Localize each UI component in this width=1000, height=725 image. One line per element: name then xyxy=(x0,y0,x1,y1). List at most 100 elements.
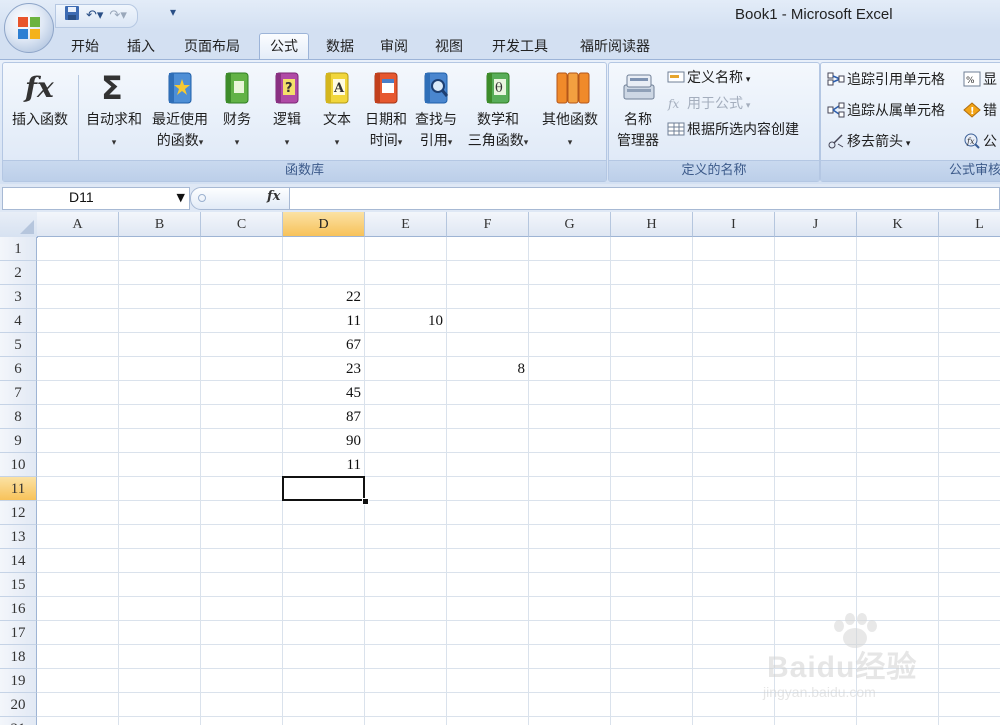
row-header-16[interactable]: 16 xyxy=(0,597,37,621)
use-in-formula-label: 用于公式 xyxy=(687,96,743,112)
name-box[interactable]: D11 ▼ xyxy=(2,187,190,210)
row-header-20[interactable]: 20 xyxy=(0,693,37,717)
chevron-down-icon[interactable]: ▼ xyxy=(177,191,185,204)
fill-handle[interactable] xyxy=(362,498,369,505)
row-header-1[interactable]: 1 xyxy=(0,237,37,261)
cell-d3[interactable]: 22 xyxy=(283,285,365,309)
column-header-d[interactable]: D xyxy=(283,212,365,237)
insert-function-button[interactable]: fx 插入函数 xyxy=(6,69,74,131)
cell-d7[interactable]: 45 xyxy=(283,381,365,405)
tab-foxit-reader[interactable]: 福昕阅读器 xyxy=(570,35,660,59)
column-header-h[interactable]: H xyxy=(611,212,693,237)
row-header-13[interactable]: 13 xyxy=(0,525,37,549)
lookup-reference-button[interactable]: 查找与 引用▾ xyxy=(411,69,461,154)
chevron-down-icon: ▾ xyxy=(111,138,117,148)
column-header-c[interactable]: C xyxy=(201,212,283,237)
cell-d4[interactable]: 11 xyxy=(283,309,365,333)
finance-book-icon xyxy=(220,69,254,107)
tab-review[interactable]: 审阅 xyxy=(371,35,417,59)
column-header-a[interactable]: A xyxy=(37,212,119,237)
logical-button[interactable]: ? 逻辑 ▾ xyxy=(265,69,309,154)
tab-data[interactable]: 数据 xyxy=(317,35,363,59)
row-header-18[interactable]: 18 xyxy=(0,645,37,669)
calendar-book-icon xyxy=(369,69,403,107)
select-all-button[interactable] xyxy=(0,212,38,238)
trace-precedents-icon xyxy=(827,71,845,87)
column-header-e[interactable]: E xyxy=(365,212,447,237)
financial-button[interactable]: 财务 ▾ xyxy=(215,69,259,154)
row-header-8[interactable]: 8 xyxy=(0,405,37,429)
row-header-6[interactable]: 6 xyxy=(0,357,37,381)
autosum-button[interactable]: Σ 自动求和 ▾ xyxy=(81,69,147,154)
column-header-j[interactable]: J xyxy=(775,212,857,237)
cell-d10[interactable]: 11 xyxy=(283,453,365,477)
svg-text:?: ? xyxy=(285,81,293,96)
tab-view[interactable]: 视图 xyxy=(426,35,472,59)
logical-book-icon: ? xyxy=(270,69,304,107)
column-header-l[interactable]: L xyxy=(939,212,1000,237)
text-button[interactable]: A 文本 ▾ xyxy=(315,69,359,154)
cell-d8[interactable]: 87 xyxy=(283,405,365,429)
tab-developer[interactable]: 开发工具 xyxy=(482,35,558,59)
column-header-f[interactable]: F xyxy=(447,212,529,237)
error-checking-button[interactable]: ! 错 xyxy=(963,100,997,122)
customize-qat-icon[interactable]: ▾ xyxy=(170,5,176,19)
row-header-11[interactable]: 11 xyxy=(0,477,37,501)
more-functions-button[interactable]: 其他函数 ▾ xyxy=(536,69,604,154)
insert-function-label: 插入函数 xyxy=(12,112,68,128)
resize-handle-icon[interactable] xyxy=(198,194,206,202)
column-header-b[interactable]: B xyxy=(119,212,201,237)
row-header-5[interactable]: 5 xyxy=(0,333,37,357)
cell-d9[interactable]: 90 xyxy=(283,429,365,453)
row-header-15[interactable]: 15 xyxy=(0,573,37,597)
row-header-2[interactable]: 2 xyxy=(0,261,37,285)
tab-formulas[interactable]: 公式 xyxy=(259,33,309,60)
save-icon[interactable] xyxy=(64,5,80,28)
chevron-down-icon: ▾ xyxy=(397,138,403,148)
row-header-7[interactable]: 7 xyxy=(0,381,37,405)
create-from-selection-button[interactable]: 根据所选内容创建 xyxy=(667,119,799,141)
formula-input[interactable] xyxy=(289,187,1000,210)
row-header-19[interactable]: 19 xyxy=(0,669,37,693)
cell-d5[interactable]: 67 xyxy=(283,333,365,357)
show-formulas-button[interactable]: % 显 xyxy=(963,69,997,91)
trace-precedents-button[interactable]: 追踪引用单元格 xyxy=(827,69,945,91)
tab-insert[interactable]: 插入 xyxy=(118,35,164,59)
trace-dependents-button[interactable]: 追踪从属单元格 xyxy=(827,100,945,122)
active-cell[interactable] xyxy=(282,476,365,501)
insert-function-fx-icon[interactable]: fx xyxy=(267,189,280,204)
function-library-label: 函数库 xyxy=(3,160,606,181)
row-header-17[interactable]: 17 xyxy=(0,621,37,645)
cell-e4[interactable]: 10 xyxy=(365,309,447,333)
row-header-9[interactable]: 9 xyxy=(0,429,37,453)
tab-home[interactable]: 开始 xyxy=(62,35,108,59)
column-header-g[interactable]: G xyxy=(529,212,611,237)
define-name-icon xyxy=(667,69,685,85)
sigma-icon: Σ xyxy=(97,69,131,107)
datetime-label-2: 时间 xyxy=(369,133,398,149)
row-header-4[interactable]: 4 xyxy=(0,309,37,333)
row-header-10[interactable]: 10 xyxy=(0,453,37,477)
date-time-button[interactable]: 日期和 时间▾ xyxy=(361,69,411,154)
row-header-3[interactable]: 3 xyxy=(0,285,37,309)
use-in-formula-button[interactable]: fx 用于公式 ▾ xyxy=(667,93,750,115)
evaluate-formula-button[interactable]: fx 公 xyxy=(963,131,997,153)
trace-precedents-label: 追踪引用单元格 xyxy=(847,72,945,88)
define-name-button[interactable]: 定义名称 ▾ xyxy=(667,67,750,89)
cell-d6[interactable]: 23 xyxy=(283,357,365,381)
row-header-12[interactable]: 12 xyxy=(0,501,37,525)
row-header-14[interactable]: 14 xyxy=(0,549,37,573)
name-manager-button[interactable]: 名称 管理器 xyxy=(612,69,664,152)
column-header-k[interactable]: K xyxy=(857,212,939,237)
recently-used-button[interactable]: 最近使用 的函数▾ xyxy=(147,69,213,154)
undo-icon[interactable]: ↶▾ xyxy=(86,6,103,26)
remove-arrows-button[interactable]: 移去箭头 ▾ xyxy=(827,131,910,153)
cell-f6[interactable]: 8 xyxy=(447,357,529,381)
math-trig-button[interactable]: θ 数学和 三角函数▾ xyxy=(463,69,533,154)
office-button[interactable] xyxy=(4,3,54,53)
redo-icon[interactable]: ↷▾ xyxy=(109,6,126,26)
name-box-value: D11 xyxy=(69,189,94,205)
row-header-21[interactable]: 21 xyxy=(0,717,37,725)
column-header-i[interactable]: I xyxy=(693,212,775,237)
tab-page-layout[interactable]: 页面布局 xyxy=(174,35,250,59)
